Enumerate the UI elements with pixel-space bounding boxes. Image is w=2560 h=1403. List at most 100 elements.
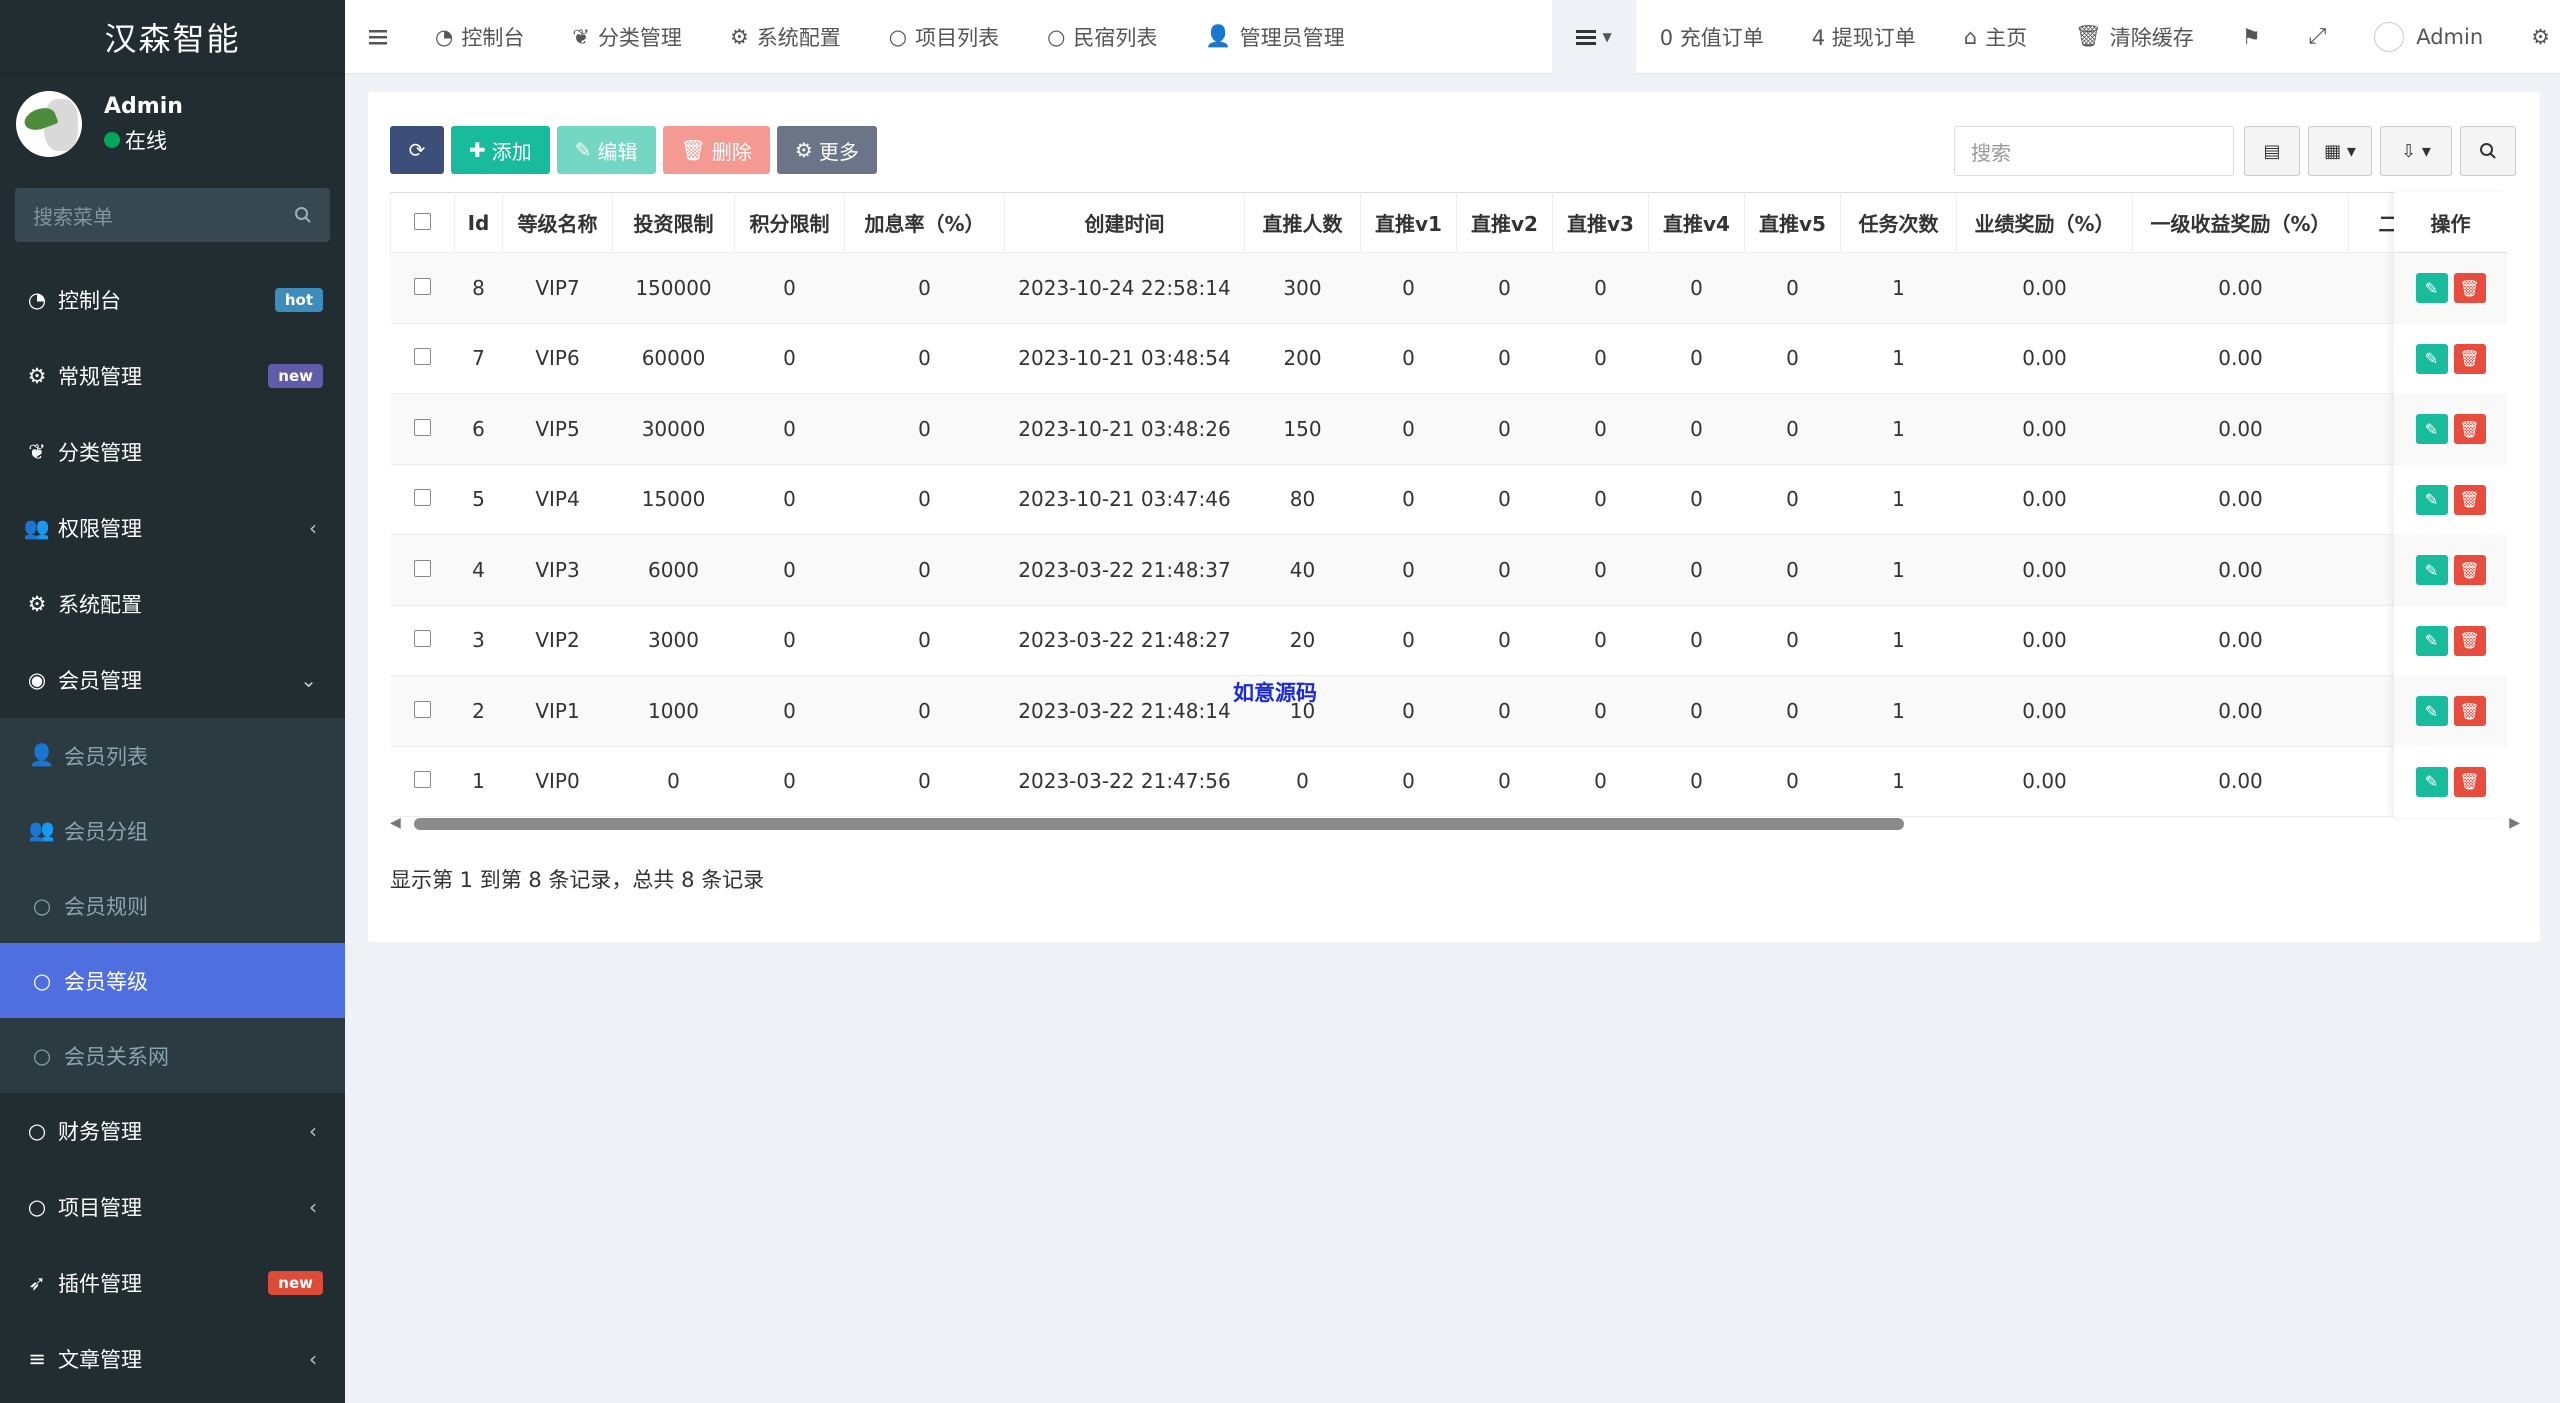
- submenu-item[interactable]: ○会员规则: [0, 868, 345, 943]
- advanced-search-button[interactable]: [2460, 126, 2516, 176]
- row-delete-button[interactable]: 🗑: [2454, 485, 2486, 515]
- row-checkbox-cell[interactable]: [391, 535, 455, 606]
- sidebar-item-4[interactable]: ⚙系统配置: [0, 566, 345, 642]
- table-row[interactable]: 6VIP530000002023-10-21 03:48:26150000001…: [391, 394, 2429, 465]
- column-header[interactable]: 直推v3: [1553, 193, 1649, 253]
- settings-button[interactable]: ⚙: [2507, 0, 2560, 74]
- sidebar-item-2[interactable]: ❦分类管理: [0, 414, 345, 490]
- row-delete-button[interactable]: 🗑: [2454, 273, 2486, 303]
- top-nav-item[interactable]: ◔控制台: [411, 0, 548, 74]
- row-checkbox[interactable]: [414, 560, 431, 577]
- row-edit-button[interactable]: ✎: [2416, 767, 2448, 797]
- column-header[interactable]: Id: [455, 193, 503, 253]
- edit-button[interactable]: ✎编辑: [557, 126, 656, 174]
- sidebar-item-10[interactable]: ○财务管理‹: [0, 1093, 345, 1169]
- add-button[interactable]: ✚添加: [451, 126, 550, 174]
- row-checkbox-cell[interactable]: [391, 676, 455, 747]
- top-nav-item[interactable]: ❦分类管理: [548, 0, 706, 74]
- row-edit-button[interactable]: ✎: [2416, 555, 2448, 585]
- select-all-header[interactable]: [391, 193, 455, 253]
- column-header[interactable]: 业绩奖励（%）: [1957, 193, 2133, 253]
- row-checkbox[interactable]: [414, 701, 431, 718]
- row-checkbox-cell[interactable]: [391, 464, 455, 535]
- brand-logo[interactable]: 汉森智能: [0, 0, 345, 74]
- row-edit-button[interactable]: ✎: [2416, 414, 2448, 444]
- recharge-orders-link[interactable]: 0 充值订单: [1636, 0, 1788, 74]
- refresh-button[interactable]: ⟳: [390, 126, 444, 174]
- row-edit-button[interactable]: ✎: [2416, 485, 2448, 515]
- row-edit-button[interactable]: ✎: [2416, 696, 2448, 726]
- table-row[interactable]: 7VIP660000002023-10-21 03:48:54200000001…: [391, 323, 2429, 394]
- sidebar-item-11[interactable]: ○项目管理‹: [0, 1169, 345, 1245]
- table-row[interactable]: 2VIP11000002023-03-22 21:48:14100000010.…: [391, 676, 2429, 747]
- sidebar-item-3[interactable]: 👥权限管理‹: [0, 490, 345, 566]
- home-link[interactable]: ⌂ 主页: [1940, 0, 2051, 74]
- columns-button[interactable]: ▦ ▾: [2308, 126, 2372, 176]
- top-nav-item[interactable]: ⚙系统配置: [706, 0, 865, 74]
- row-checkbox-cell[interactable]: [391, 746, 455, 817]
- delete-button[interactable]: 🗑删除: [663, 126, 770, 174]
- sidebar-item-13[interactable]: ≡文章管理‹: [0, 1321, 345, 1397]
- column-header[interactable]: 直推v4: [1649, 193, 1745, 253]
- row-checkbox-cell[interactable]: [391, 323, 455, 394]
- row-delete-button[interactable]: 🗑: [2454, 626, 2486, 656]
- column-header[interactable]: 一级收益奖励（%）: [2133, 193, 2349, 253]
- table-row[interactable]: 8VIP7150000002023-10-24 22:58:1430000000…: [391, 253, 2429, 324]
- row-checkbox[interactable]: [414, 419, 431, 436]
- sidebar-search-input[interactable]: 搜索菜单: [15, 188, 330, 242]
- column-header[interactable]: 等级名称: [503, 193, 613, 253]
- row-checkbox-cell[interactable]: [391, 253, 455, 324]
- column-header[interactable]: 任务次数: [1841, 193, 1957, 253]
- scroll-right-icon[interactable]: ▶: [2509, 815, 2520, 831]
- row-delete-button[interactable]: 🗑: [2454, 696, 2486, 726]
- column-header[interactable]: 直推人数: [1245, 193, 1361, 253]
- toggle-view-button[interactable]: ▤: [2244, 126, 2300, 176]
- column-header[interactable]: 积分限制: [735, 193, 845, 253]
- column-header[interactable]: 创建时间: [1005, 193, 1245, 253]
- row-delete-button[interactable]: 🗑: [2454, 414, 2486, 444]
- column-header[interactable]: 直推v5: [1745, 193, 1841, 253]
- row-checkbox[interactable]: [414, 348, 431, 365]
- row-checkbox[interactable]: [414, 489, 431, 506]
- row-checkbox[interactable]: [414, 771, 431, 788]
- column-header[interactable]: 直推v1: [1361, 193, 1457, 253]
- submenu-item[interactable]: ○会员关系网: [0, 1018, 345, 1093]
- fullscreen-button[interactable]: ⤢: [2285, 0, 2351, 74]
- table-row[interactable]: 5VIP415000002023-10-21 03:47:46800000010…: [391, 464, 2429, 535]
- row-edit-button[interactable]: ✎: [2416, 344, 2448, 374]
- sidebar-item-5[interactable]: ◉会员管理⌄: [0, 642, 345, 718]
- top-nav-item[interactable]: ○项目列表: [865, 0, 1023, 74]
- scroll-left-icon[interactable]: ◀: [390, 815, 401, 831]
- row-checkbox-cell[interactable]: [391, 394, 455, 465]
- table-row[interactable]: 3VIP23000002023-03-22 21:48:27200000010.…: [391, 605, 2429, 676]
- row-edit-button[interactable]: ✎: [2416, 626, 2448, 656]
- table-row[interactable]: 4VIP36000002023-03-22 21:48:37400000010.…: [391, 535, 2429, 606]
- language-button[interactable]: ⚑: [2218, 0, 2285, 74]
- top-nav-item[interactable]: ○民宿列表: [1023, 0, 1181, 74]
- row-checkbox-cell[interactable]: [391, 605, 455, 676]
- clear-cache-button[interactable]: 🗑 清除缓存: [2051, 0, 2218, 74]
- sidebar-item-1[interactable]: ⚙常规管理new: [0, 338, 345, 414]
- column-header[interactable]: 投资限制: [613, 193, 735, 253]
- admin-menu[interactable]: Admin: [2350, 0, 2507, 74]
- scrollbar-thumb[interactable]: [414, 818, 1904, 830]
- submenu-item[interactable]: 👤会员列表: [0, 718, 345, 793]
- submenu-item[interactable]: ○会员等级: [0, 943, 345, 1018]
- row-checkbox[interactable]: [414, 278, 431, 295]
- horizontal-scrollbar[interactable]: ◀ ▶: [390, 812, 2520, 834]
- row-delete-button[interactable]: 🗑: [2454, 555, 2486, 585]
- submenu-item[interactable]: 👥会员分组: [0, 793, 345, 868]
- withdraw-orders-link[interactable]: 4 提现订单: [1788, 0, 1940, 74]
- table-row[interactable]: 1VIP00002023-03-22 21:47:5600000010.000.…: [391, 746, 2429, 817]
- top-nav-item[interactable]: 👤管理员管理: [1181, 0, 1368, 74]
- more-button[interactable]: ⚙更多: [777, 126, 877, 174]
- row-edit-button[interactable]: ✎: [2416, 273, 2448, 303]
- row-delete-button[interactable]: 🗑: [2454, 344, 2486, 374]
- row-delete-button[interactable]: 🗑: [2454, 767, 2486, 797]
- table-search-input[interactable]: 搜索: [1954, 126, 2234, 176]
- column-header[interactable]: 直推v2: [1457, 193, 1553, 253]
- sidebar-item-12[interactable]: ➶插件管理new: [0, 1245, 345, 1321]
- nav-list-dropdown[interactable]: ▼: [1552, 0, 1635, 74]
- sidebar-toggle-button[interactable]: [345, 0, 411, 74]
- sidebar-item-0[interactable]: ◔控制台hot: [0, 262, 345, 338]
